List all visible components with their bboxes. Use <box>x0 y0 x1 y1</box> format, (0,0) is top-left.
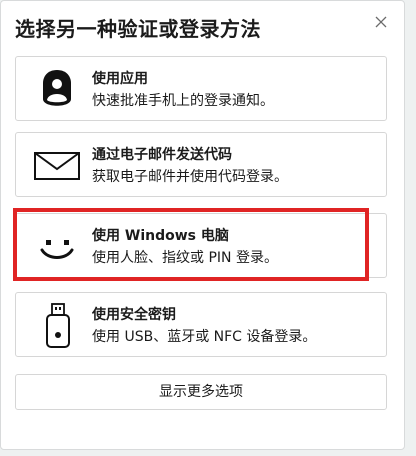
option-security-key[interactable]: 使用安全密钥 使用 USB、蓝牙或 NFC 设备登录。 <box>15 292 387 357</box>
close-button[interactable] <box>367 9 395 37</box>
authenticator-app-icon <box>32 65 82 113</box>
sign-in-method-dialog: 选择另一种验证或登录方法 使用应用 快速批准手机上的登录通知。 通过电子邮件发送… <box>0 0 405 450</box>
option-description: 使用人脸、指纹或 PIN 登录。 <box>92 250 278 266</box>
email-icon <box>32 141 82 189</box>
option-windows-pc[interactable]: 使用 Windows 电脑 使用人脸、指纹或 PIN 登录。 <box>15 213 387 278</box>
option-description: 获取电子邮件并使用代码登录。 <box>92 169 288 185</box>
windows-hello-face-icon <box>32 222 82 270</box>
option-title: 通过电子邮件发送代码 <box>92 147 232 163</box>
option-title: 使用安全密钥 <box>92 307 176 323</box>
security-key-icon <box>32 301 82 349</box>
option-use-app[interactable]: 使用应用 快速批准手机上的登录通知。 <box>15 56 387 121</box>
option-description: 使用 USB、蓝牙或 NFC 设备登录。 <box>92 329 317 345</box>
option-title: 使用 Windows 电脑 <box>92 228 229 244</box>
option-email-code[interactable]: 通过电子邮件发送代码 获取电子邮件并使用代码登录。 <box>15 132 387 197</box>
option-title: 使用应用 <box>92 71 148 87</box>
close-icon <box>375 16 387 28</box>
show-more-options-button[interactable]: 显示更多选项 <box>15 374 387 410</box>
option-description: 快速批准手机上的登录通知。 <box>92 93 274 109</box>
dialog-title: 选择另一种验证或登录方法 <box>15 17 261 41</box>
